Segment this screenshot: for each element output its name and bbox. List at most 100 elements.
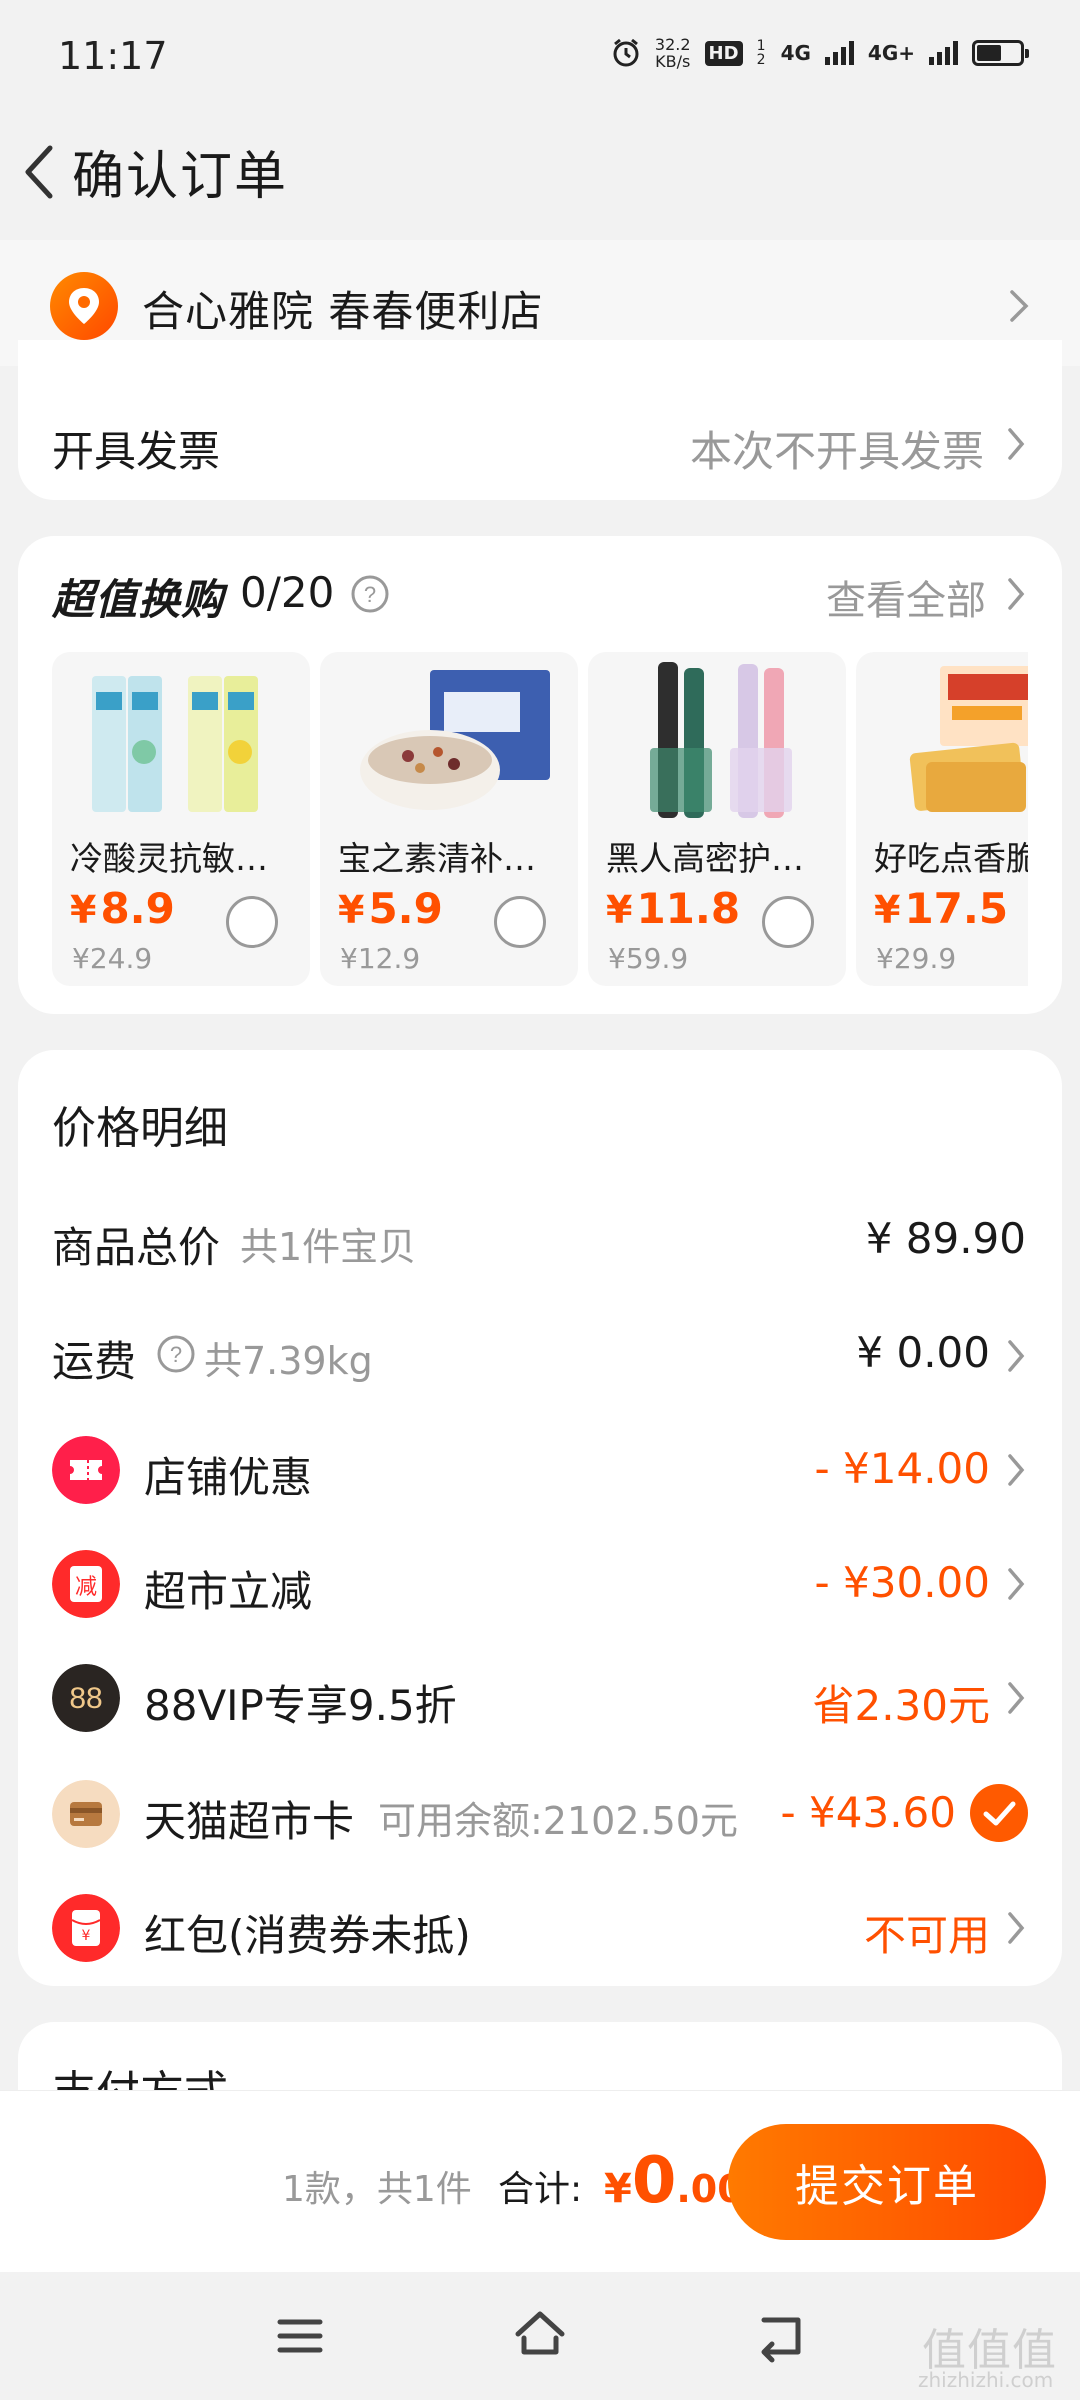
total-currency: ¥ [604, 2166, 632, 2212]
status-icons: 32.2 KB/s HD 1 2 4G 4G+ [611, 36, 1029, 70]
alarm-icon [613, 38, 639, 67]
product-price-value: 11.8 [636, 884, 741, 933]
back-arrow-icon[interactable] [750, 2306, 810, 2366]
location-pin-icon [50, 272, 118, 340]
network-type-1: 4G [780, 41, 811, 65]
red-packet-icon: ¥ [52, 1894, 120, 1962]
battery-icon [972, 40, 1029, 66]
product-price: ¥17.5 [874, 884, 1008, 933]
toothpaste-image [92, 676, 258, 812]
currency-symbol: ¥ [70, 888, 97, 932]
address-text[interactable]: 合心雅院 春春便利店 [142, 278, 543, 339]
red-packet-value[interactable]: 不可用 [864, 1902, 990, 1963]
product-card[interactable]: 黑人高密护… ¥11.8 ¥59.9 [588, 652, 846, 986]
product-original-price: ¥24.9 [72, 942, 153, 975]
reduce-icon-glyph: 减 [75, 1575, 97, 1600]
check-circle-icon[interactable] [970, 1784, 1028, 1842]
cereal-bowl-image [360, 670, 550, 810]
select-radio[interactable] [494, 896, 546, 948]
goods-total-value: ¥ 89.90 [865, 1214, 1026, 1263]
chevron-right-icon[interactable] [1004, 1564, 1028, 1604]
vip-value[interactable]: 省2.30元 [812, 1672, 990, 1733]
shop-discount-value[interactable]: - ¥14.00 [815, 1444, 990, 1493]
sim-index: 1 2 [756, 38, 769, 68]
currency-symbol: ¥ [874, 888, 901, 932]
view-all-link[interactable]: 查看全部 [826, 568, 986, 626]
total-value: ¥0.00 [604, 2144, 744, 2218]
home-icon[interactable] [510, 2304, 570, 2364]
goods-total-label: 商品总价 [52, 1223, 221, 1272]
watermark-url: zhizhizhi.com [918, 2368, 1054, 2392]
chevron-right-icon[interactable] [1004, 1450, 1028, 1490]
vip88-glyph: 88 [69, 1682, 102, 1715]
product-price-value: 8.9 [100, 884, 175, 933]
ticket-icon [52, 1436, 120, 1504]
product-price: ¥5.9 [338, 884, 443, 933]
market-discount-label: 超市立减 [144, 1567, 313, 1616]
vip88-icon: 88 [52, 1664, 120, 1732]
chevron-right-icon[interactable] [1004, 1678, 1028, 1718]
product-original-price: ¥12.9 [340, 942, 421, 975]
shipping-label: 运费 [52, 1337, 137, 1386]
product-card-clip: 好吃点香脆 ¥17.5 ¥29.9 [856, 652, 1028, 986]
price-detail-title: 价格明细 [52, 1103, 228, 1154]
product-name: 冷酸灵抗敏… [70, 839, 268, 878]
shipping-value[interactable]: ¥ 0.00 [856, 1328, 990, 1377]
tmall-card-label: 天猫超市卡 [144, 1797, 355, 1846]
order-summary: 1款，共1件 [282, 2169, 472, 2210]
market-discount-value[interactable]: - ¥30.00 [815, 1558, 990, 1607]
product-original-price: ¥29.9 [876, 942, 957, 975]
svg-text:?: ? [170, 1342, 182, 1367]
network-speed-unit: KB/s [655, 52, 691, 71]
goods-total-sub: 共1件宝贝 [240, 1225, 417, 1269]
biscuit-image [909, 666, 1028, 812]
invoice-value[interactable]: 本次不开具发票 [690, 418, 984, 479]
product-name: 黑人高密护… [606, 839, 804, 878]
reduce-icon: 减 [52, 1550, 120, 1618]
red-packet-glyph: ¥ [82, 1928, 91, 1944]
hd-badge: HD [704, 40, 743, 66]
tmall-card-balance: 可用余额:2102.50元 [378, 1799, 738, 1843]
svg-text:?: ? [364, 582, 376, 607]
currency-symbol: ¥ [338, 888, 365, 932]
red-packet-label: 红包(消费券未抵) [144, 1911, 471, 1960]
product-original-price: ¥59.9 [608, 942, 689, 975]
select-radio[interactable] [226, 896, 278, 948]
chevron-right-icon[interactable] [1004, 284, 1032, 328]
chevron-left-icon[interactable] [16, 140, 64, 204]
page-title: 确认订单 [72, 147, 289, 207]
select-radio[interactable] [762, 896, 814, 948]
product-card[interactable]: 宝之素清补… ¥5.9 ¥12.9 [320, 652, 578, 986]
signal-strength-icon [824, 41, 854, 65]
product-card[interactable]: 好吃点香脆 ¥17.5 ¥29.9 [856, 652, 1028, 986]
network-speed: 32.2 KB/s [655, 36, 691, 70]
status-time: 11:17 [58, 34, 168, 78]
menu-icon[interactable] [270, 2306, 330, 2366]
chevron-right-icon[interactable] [1004, 574, 1028, 614]
vip-label: 88VIP专享9.5折 [144, 1681, 457, 1730]
help-icon[interactable]: ? [350, 574, 390, 614]
deals-count: 0/20 [240, 568, 335, 617]
network-type-2: 4G+ [867, 41, 915, 65]
signal-strength-icon-2 [929, 41, 958, 65]
help-icon[interactable]: ? [156, 1334, 196, 1374]
product-price: ¥11.8 [606, 884, 740, 933]
toothbrush-image [650, 662, 792, 818]
currency-symbol: ¥ [606, 888, 633, 932]
product-card[interactable]: 冷酸灵抗敏… ¥8.9 ¥24.9 [52, 652, 310, 986]
chevron-right-icon[interactable] [1004, 1336, 1028, 1376]
submit-order-button[interactable]: 提交订单 [728, 2124, 1046, 2240]
shop-discount-label: 店铺优惠 [144, 1453, 313, 1502]
total-label: 合计: [498, 2169, 583, 2210]
total-integer: 0 [631, 2144, 677, 2218]
product-price-value: 17.5 [904, 884, 1009, 933]
product-price: ¥8.9 [70, 884, 175, 933]
product-name: 好吃点香脆 [874, 839, 1028, 878]
card-icon [52, 1780, 120, 1848]
network-speed-value: 32.2 [654, 35, 691, 54]
tmall-card-value: - ¥43.60 [780, 1788, 956, 1837]
product-name: 宝之素清补… [338, 839, 536, 878]
chevron-right-icon[interactable] [1004, 1908, 1028, 1948]
chevron-right-icon[interactable] [1004, 424, 1028, 464]
product-price-value: 5.9 [368, 884, 443, 933]
